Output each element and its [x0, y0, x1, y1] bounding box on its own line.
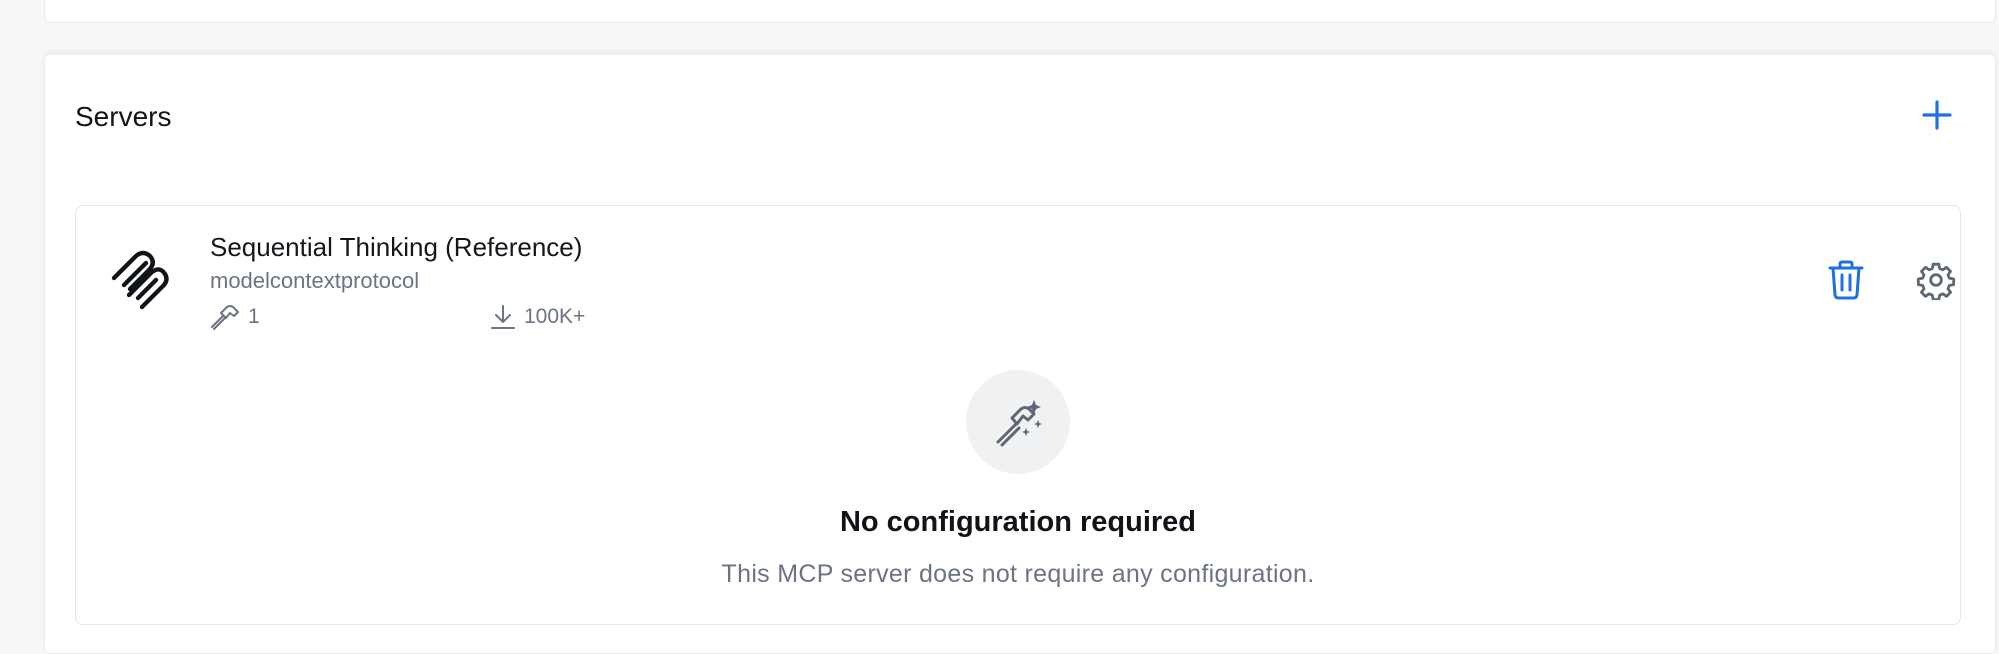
- mcp-logo-icon: [111, 250, 169, 310]
- gear-icon: [1916, 262, 1956, 300]
- delete-server-button[interactable]: [1826, 258, 1866, 302]
- server-author: modelcontextprotocol: [210, 268, 420, 293]
- downloads-value: 100K+: [524, 305, 586, 328]
- server-settings-button[interactable]: [1914, 258, 1958, 302]
- trash-icon: [1828, 260, 1864, 300]
- add-server-button[interactable]: [1919, 97, 1955, 133]
- previous-panel: [44, 0, 1996, 23]
- download-icon: [491, 305, 515, 329]
- tools-count-value: 1: [248, 305, 260, 328]
- hammer-icon: [211, 305, 239, 330]
- tools-count: 1: [210, 304, 260, 330]
- no-config-icon-badge: [966, 370, 1070, 474]
- servers-panel: Servers Sequential Thinking (Reference) …: [44, 54, 1996, 654]
- empty-state-description: This MCP server does not require any con…: [721, 560, 1315, 588]
- plus-icon: [1922, 100, 1952, 130]
- tools-sparkle-icon: [996, 400, 1042, 447]
- server-card: Sequential Thinking (Reference) modelcon…: [75, 205, 1961, 625]
- server-name: Sequential Thinking (Reference): [210, 232, 583, 262]
- downloads-count: 100K+: [490, 304, 585, 330]
- empty-state-title: No configuration required: [839, 506, 1197, 538]
- servers-title: Servers: [75, 101, 172, 132]
